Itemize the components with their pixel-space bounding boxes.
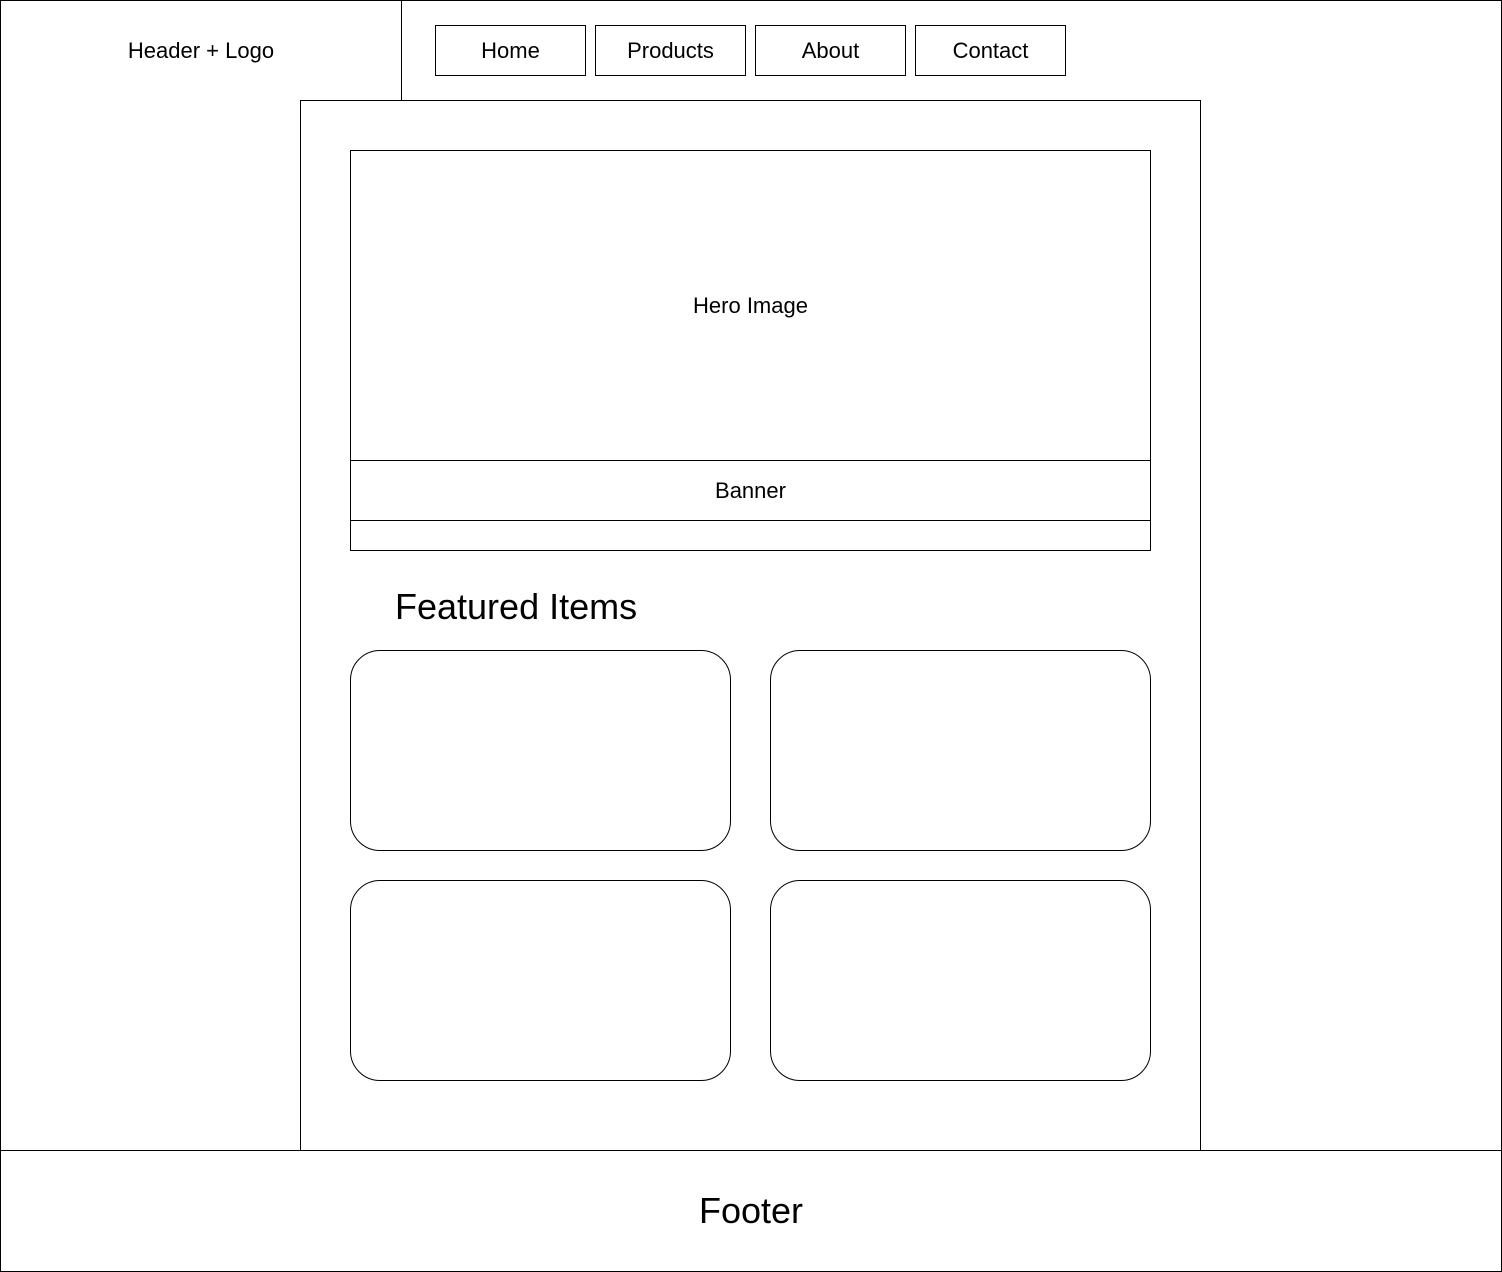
nav-products-button[interactable]: Products xyxy=(595,25,746,76)
hero-image: Hero Image xyxy=(350,150,1151,461)
hero-image-label: Hero Image xyxy=(693,292,808,318)
nav-contact-button[interactable]: Contact xyxy=(915,25,1066,76)
featured-items-title: Featured Items xyxy=(395,586,638,627)
nav-home-button[interactable]: Home xyxy=(435,25,586,76)
nav-about-label: About xyxy=(801,37,860,63)
featured-card-4[interactable] xyxy=(770,880,1151,1081)
banner-label: Banner xyxy=(715,477,786,503)
featured-card-3[interactable] xyxy=(350,880,731,1081)
footer-label: Footer xyxy=(698,1190,804,1231)
nav-home-label: Home xyxy=(481,37,540,63)
featured-card-2[interactable] xyxy=(770,650,1151,851)
featured-card-1[interactable] xyxy=(350,650,731,851)
header-logo[interactable]: Header + Logo xyxy=(0,0,402,102)
sidebar xyxy=(0,101,301,1151)
hero-bottom-strip xyxy=(350,520,1151,551)
nav-contact-label: Contact xyxy=(952,37,1029,63)
footer: Footer xyxy=(0,1150,1502,1272)
nav-products-label: Products xyxy=(627,37,714,63)
nav-about-button[interactable]: About xyxy=(755,25,906,76)
banner[interactable]: Banner xyxy=(350,460,1151,521)
header-logo-label: Header + Logo xyxy=(127,38,275,63)
